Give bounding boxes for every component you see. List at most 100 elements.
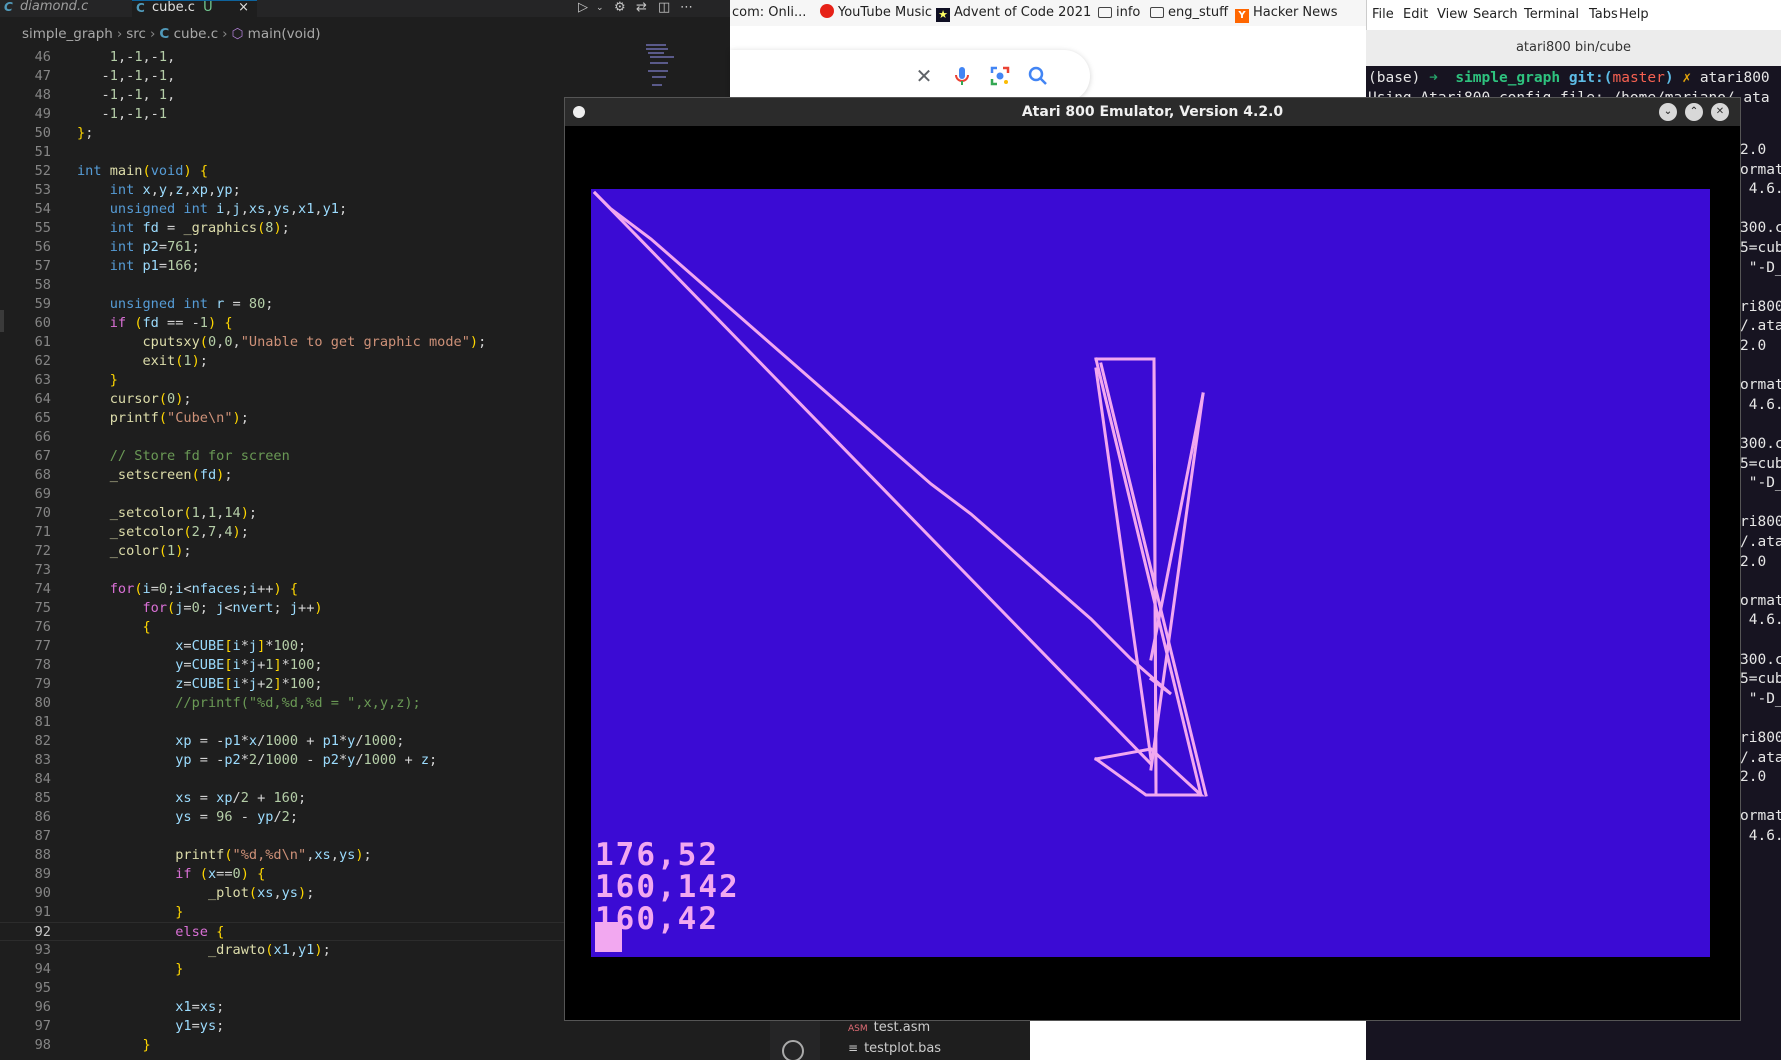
line-number: 77 bbox=[34, 638, 51, 654]
code-text: printf("%d,%d\n",xs,ys); bbox=[175, 847, 372, 863]
function-icon: ⬡ bbox=[231, 26, 244, 42]
lens-icon[interactable] bbox=[988, 64, 1012, 88]
emulator-window[interactable]: Atari 800 Emulator, Version 4.2.0 ⌄ ⌃ ✕ … bbox=[564, 97, 1741, 1021]
file-item-testplot-bas[interactable]: ≡ testplot.bas bbox=[848, 1041, 941, 1056]
code-line[interactable]: 46 1,-1,-1, bbox=[0, 48, 730, 67]
code-text: cursor(0); bbox=[109, 391, 192, 407]
breadcrumb-file[interactable]: cube.c bbox=[174, 26, 219, 42]
bookmark-eng-stuff[interactable]: eng_stuff bbox=[1150, 4, 1228, 22]
menu-tabs[interactable]: Tabs bbox=[1589, 7, 1618, 22]
close-icon[interactable]: ✕ bbox=[1711, 103, 1729, 121]
untracked-badge: U bbox=[203, 0, 213, 15]
split-editor-icon[interactable]: ◫ bbox=[658, 0, 670, 15]
code-text: unsigned int i,j,xs,ys,x1,y1; bbox=[109, 201, 348, 217]
atari-output-line: 160,142 bbox=[595, 869, 740, 905]
line-number: 73 bbox=[34, 562, 51, 578]
code-line[interactable]: 98 } bbox=[0, 1036, 730, 1055]
terminal-line: ri800 bbox=[1740, 514, 1781, 531]
file-item-test-asm[interactable]: ASM test.asm bbox=[848, 1020, 930, 1035]
terminal-line: "-D_ bbox=[1740, 259, 1781, 276]
breadcrumb-folder[interactable]: src bbox=[126, 26, 146, 42]
line-number: 51 bbox=[34, 144, 51, 160]
terminal-line: 2.0 bbox=[1740, 142, 1767, 158]
chevron-down-icon[interactable]: ⌄ bbox=[596, 3, 604, 13]
bookmark-info[interactable]: info bbox=[1098, 4, 1140, 22]
line-number: 87 bbox=[34, 828, 51, 844]
text-file-icon: ≡ bbox=[848, 1041, 859, 1055]
close-tab-icon[interactable]: × bbox=[238, 1, 249, 15]
line-number: 53 bbox=[34, 182, 51, 198]
menu-search[interactable]: Search bbox=[1473, 7, 1518, 22]
menu-file[interactable]: File bbox=[1372, 7, 1394, 22]
atari-screen[interactable]: 176,52 160,142 160,42 bbox=[591, 189, 1710, 957]
more-actions-icon[interactable]: ⋯ bbox=[680, 0, 693, 15]
line-number: 95 bbox=[34, 980, 51, 996]
search-box[interactable]: ✕ bbox=[730, 50, 1090, 102]
code-line[interactable]: 47 -1,-1,-1, bbox=[0, 67, 730, 86]
tab-cube-c[interactable]: C cube.c U × bbox=[132, 0, 257, 17]
line-number: 52 bbox=[34, 163, 51, 179]
line-number: 48 bbox=[34, 87, 51, 103]
menu-terminal[interactable]: Terminal bbox=[1524, 7, 1579, 22]
menu-view[interactable]: View bbox=[1437, 7, 1468, 22]
run-icon[interactable]: ▷ bbox=[578, 0, 588, 15]
code-text: x=CUBE[i*j]*100; bbox=[175, 638, 307, 654]
terminal-line: ormat bbox=[1740, 808, 1781, 825]
atari-cursor bbox=[595, 922, 622, 952]
terminal-line: ormat bbox=[1740, 161, 1781, 178]
code-text: y1=ys; bbox=[175, 1018, 225, 1034]
gear-icon[interactable]: ⚙ bbox=[614, 0, 626, 15]
line-number: 65 bbox=[34, 410, 51, 426]
line-number: 66 bbox=[34, 429, 51, 445]
breadcrumb-symbol[interactable]: main(void) bbox=[248, 26, 321, 42]
terminal-line: 2.0 bbox=[1740, 553, 1767, 570]
close-icon[interactable]: ✕ bbox=[912, 64, 936, 88]
emulator-titlebar[interactable]: Atari 800 Emulator, Version 4.2.0 ⌄ ⌃ ✕ bbox=[565, 98, 1740, 126]
terminal-line: 5=cub bbox=[1740, 671, 1781, 688]
menu-help[interactable]: Help bbox=[1619, 7, 1649, 22]
terminal-line: 5=cub bbox=[1740, 240, 1781, 256]
compare-icon[interactable]: ⇄ bbox=[636, 0, 647, 15]
mic-icon[interactable] bbox=[950, 64, 974, 88]
bookmark-hacker-news[interactable]: Y Hacker News bbox=[1235, 4, 1338, 23]
code-text: } bbox=[175, 961, 184, 977]
code-text: exit(1); bbox=[142, 353, 208, 369]
search-icon[interactable] bbox=[1026, 64, 1050, 88]
cube-edge bbox=[1149, 392, 1205, 661]
line-number: 74 bbox=[34, 581, 51, 597]
code-text: xp = -p1*x/1000 + p1*y/1000; bbox=[175, 733, 405, 749]
maximize-icon[interactable]: ⌃ bbox=[1685, 103, 1703, 121]
bookmark-com[interactable]: com: Onli... bbox=[732, 4, 806, 22]
account-icon[interactable] bbox=[782, 1040, 804, 1060]
terminal-menu-bar: File Edit View Search Terminal Tabs Help bbox=[1366, 0, 1781, 30]
cube-edge bbox=[592, 190, 1154, 767]
line-number: 61 bbox=[34, 334, 51, 350]
line-number: 64 bbox=[34, 391, 51, 407]
code-text: for(i=0;i<nfaces;i++) { bbox=[109, 581, 299, 597]
code-text: { bbox=[142, 619, 151, 635]
terminal-line: /.ata bbox=[1740, 749, 1781, 766]
breadcrumb: simple_graph › src › C cube.c › ⬡ main(void) bbox=[0, 22, 730, 46]
window-menu-icon[interactable] bbox=[573, 106, 585, 118]
line-number: 56 bbox=[34, 239, 51, 255]
tab-diamond-c[interactable]: C diamond.c bbox=[0, 0, 130, 17]
cube-edge bbox=[1152, 357, 1158, 791]
line-number: 82 bbox=[34, 733, 51, 749]
terminal-line: ri800 bbox=[1740, 730, 1781, 746]
menu-edit[interactable]: Edit bbox=[1403, 7, 1428, 22]
line-number: 47 bbox=[34, 68, 51, 84]
advent-star-icon: ★ bbox=[936, 8, 950, 22]
minimize-icon[interactable]: ⌄ bbox=[1659, 103, 1677, 121]
editor-tab-bar: C diamond.c C cube.c U × ▷ ⌄ ⚙ ⇄ ◫ ⋯ bbox=[0, 0, 730, 17]
breadcrumb-folder[interactable]: simple_graph bbox=[22, 26, 113, 42]
terminal-line: 300.c bbox=[1740, 220, 1781, 237]
bookmark-youtube-music[interactable]: YouTube Music bbox=[820, 4, 932, 22]
line-number: 75 bbox=[34, 600, 51, 616]
c-file-icon: C bbox=[4, 0, 13, 14]
line-number: 78 bbox=[34, 657, 51, 673]
code-text: for(j=0; j<nvert; j++) bbox=[142, 600, 323, 616]
code-text: cputsxy(0,0,"Unable to get graphic mode"… bbox=[142, 334, 487, 350]
terminal-line: 300.c bbox=[1740, 651, 1781, 668]
bookmark-advent-of-code[interactable]: ★ Advent of Code 2021 bbox=[936, 4, 1091, 22]
terminal-line: 4.6. bbox=[1740, 612, 1781, 629]
